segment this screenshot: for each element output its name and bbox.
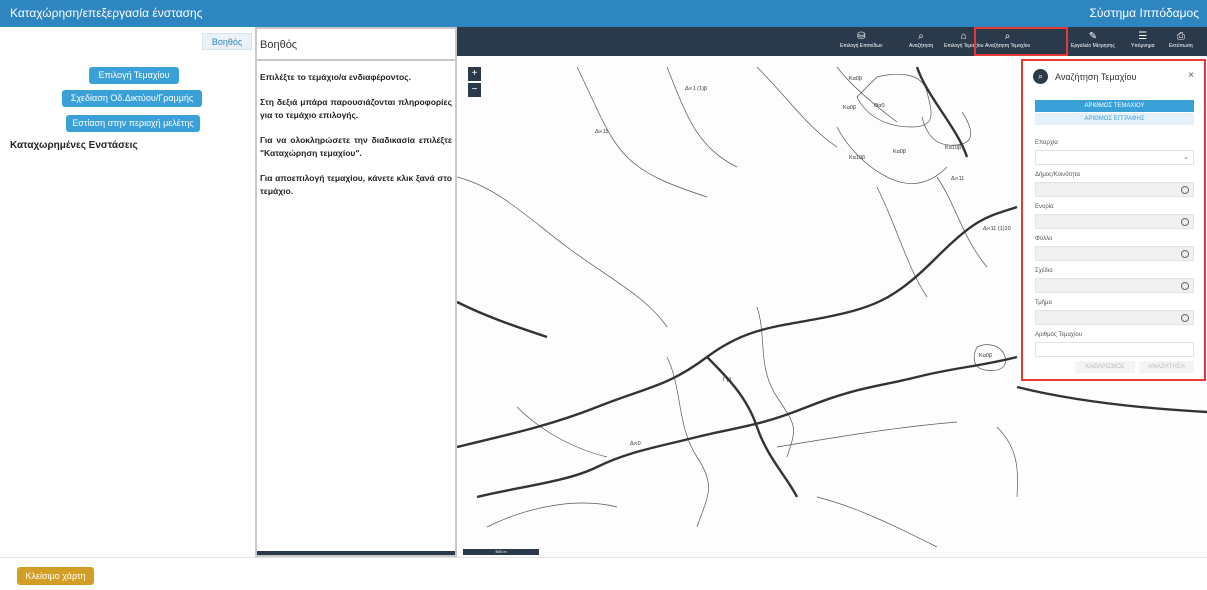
map-view[interactable]: Δ∞1 (1)β Δ∞11 Κα0β Κα0β Θα0 Κα10β Κα0β Κ… bbox=[457, 27, 1207, 557]
municipality-select[interactable] bbox=[1035, 182, 1194, 197]
chevron-down-icon: ⌄ bbox=[1183, 154, 1189, 161]
ruler-icon[interactable]: ✎ Εργαλείο Μέτρησης bbox=[1071, 30, 1115, 54]
field-label: Επαρχία bbox=[1035, 140, 1058, 146]
header-bar: Καταχώρηση/επεξεργασία ένστασης Σύστημα … bbox=[0, 0, 1207, 27]
help-text: Στη δεξιά μπάρα παρουσιάζονται πληροφορί… bbox=[260, 97, 452, 120]
map-label: Θα0 bbox=[874, 103, 885, 109]
help-text: Επιλέξτε το τεμάχιο/α ενδιαφέροντος. bbox=[260, 72, 411, 82]
close-icon[interactable]: × bbox=[1188, 70, 1194, 81]
map-label: Κα0β bbox=[893, 149, 906, 155]
map-label: Δ∞0 bbox=[630, 441, 641, 447]
help-tab[interactable]: Βοηθός bbox=[202, 33, 252, 50]
search-button[interactable]: ΑΝΑΖΗΤΗΣΗ bbox=[1139, 361, 1194, 373]
field-label: Σχέδιο bbox=[1035, 268, 1053, 274]
map-label: Γγ1 bbox=[723, 377, 732, 383]
help-box-body: Επιλέξτε το τεμάχιο/α ενδιαφέροντος. Στη… bbox=[257, 61, 455, 198]
registered-objections-label: Καταχωρημένες Ενστάσεις bbox=[10, 140, 138, 151]
parcel-search-panel: ⌕ Αναζήτηση Τεμαχίου × ΑΡΙΘΜΟΣ ΤΕΜΑΧΙΟΥ … bbox=[1021, 59, 1206, 381]
map-label: Κα10β bbox=[945, 145, 961, 151]
field-label: Τμήμα bbox=[1035, 300, 1052, 306]
help-box: Βοηθός Επιλέξτε το τεμάχιο/α ενδιαφέροντ… bbox=[255, 27, 457, 557]
loading-icon bbox=[1181, 186, 1189, 194]
map-label: Δ∞11 bbox=[595, 129, 608, 135]
map-label: Κα10β bbox=[849, 155, 865, 161]
scale-bar: 500 m bbox=[463, 549, 539, 555]
parcel-number-input[interactable] bbox=[1035, 342, 1194, 357]
field-label: Δήμος/Κοινότητα bbox=[1035, 172, 1081, 178]
help-box-title: Βοηθός bbox=[257, 29, 455, 61]
system-name: Σύστημα Ιππόδαμος bbox=[1089, 6, 1199, 20]
parish-select[interactable] bbox=[1035, 214, 1194, 229]
province-select[interactable]: ⌄ bbox=[1035, 150, 1194, 165]
footer-bar: Κλείσιμο χάρτη bbox=[0, 557, 1207, 590]
tab-registration-number[interactable]: ΑΡΙΘΜΟΣ ΕΓΓΡΑΦΗΣ bbox=[1035, 113, 1194, 125]
close-map-button[interactable]: Κλείσιμο χάρτη bbox=[17, 567, 94, 585]
help-text: Για να ολοκληρώσετε την διαδικασία επιλέ… bbox=[260, 135, 452, 158]
draw-road-button[interactable]: Σχεδίαση Οδ.Δικτύου/Γραμμής bbox=[62, 90, 202, 107]
map-toolbar: ⛁ Επιλογή Επιπέδων ⌕ Αναζήτηση ⌂ Επιλογή Τε… bbox=[457, 27, 1207, 56]
select-parcel-button[interactable]: Επιλογή Τεμαχίου bbox=[89, 67, 179, 84]
plan-select[interactable] bbox=[1035, 278, 1194, 293]
panel-title: Αναζήτηση Τεμαχίου bbox=[1055, 72, 1137, 82]
map-label: Κα0β bbox=[843, 105, 856, 111]
left-panel: Βοηθός Επιλογή Τεμαχίου Σχεδίαση Οδ.Δικτ… bbox=[6, 27, 255, 557]
legend-icon[interactable]: ☰ Υπόμνημα bbox=[1131, 30, 1155, 54]
clear-button[interactable]: ΚΑΘΑΡΙΣΜΟΣ bbox=[1075, 361, 1135, 373]
field-label: Ενορία bbox=[1035, 204, 1054, 210]
help-box-footer bbox=[257, 551, 455, 555]
section-select[interactable] bbox=[1035, 310, 1194, 325]
page-title: Καταχώρηση/επεξεργασία ένστασης bbox=[10, 6, 203, 20]
zoom-study-area-button[interactable]: Εστίαση στην περιοχή μελέτης bbox=[66, 115, 200, 132]
map-label: Δ∞11 (1)10 bbox=[983, 226, 1011, 232]
map-label: Δ∞1 (1)β bbox=[685, 86, 707, 92]
zoom-out-button[interactable]: − bbox=[468, 83, 481, 97]
zoom-in-button[interactable]: + bbox=[468, 67, 481, 81]
layers-icon[interactable]: ⛁ Επιλογή Επιπέδων bbox=[840, 30, 883, 54]
search-icon[interactable]: ⌕ Αναζήτηση bbox=[909, 30, 933, 54]
map-label: Δ∞11 bbox=[951, 176, 964, 182]
tab-parcel-number[interactable]: ΑΡΙΘΜΟΣ ΤΕΜΑΧΙΟΥ bbox=[1035, 100, 1194, 112]
loading-icon bbox=[1181, 314, 1189, 322]
map-label: Κα0β bbox=[979, 353, 992, 359]
loading-icon bbox=[1181, 282, 1189, 290]
map-label: Κα0β bbox=[849, 76, 862, 82]
search-icon: ⌕ bbox=[1033, 69, 1048, 84]
sheet-select[interactable] bbox=[1035, 246, 1194, 261]
field-label: Αριθμός Τεμαχίου bbox=[1035, 332, 1083, 338]
parcel-search-highlight bbox=[974, 27, 1068, 56]
print-icon[interactable]: ⎙ Εκτύπωση bbox=[1169, 30, 1193, 54]
help-text: Για αποεπιλογή τεμαχίου, κάνετε κλικ ξαν… bbox=[260, 173, 452, 196]
loading-icon bbox=[1181, 218, 1189, 226]
field-label: Φύλλο bbox=[1035, 236, 1053, 242]
loading-icon bbox=[1181, 250, 1189, 258]
